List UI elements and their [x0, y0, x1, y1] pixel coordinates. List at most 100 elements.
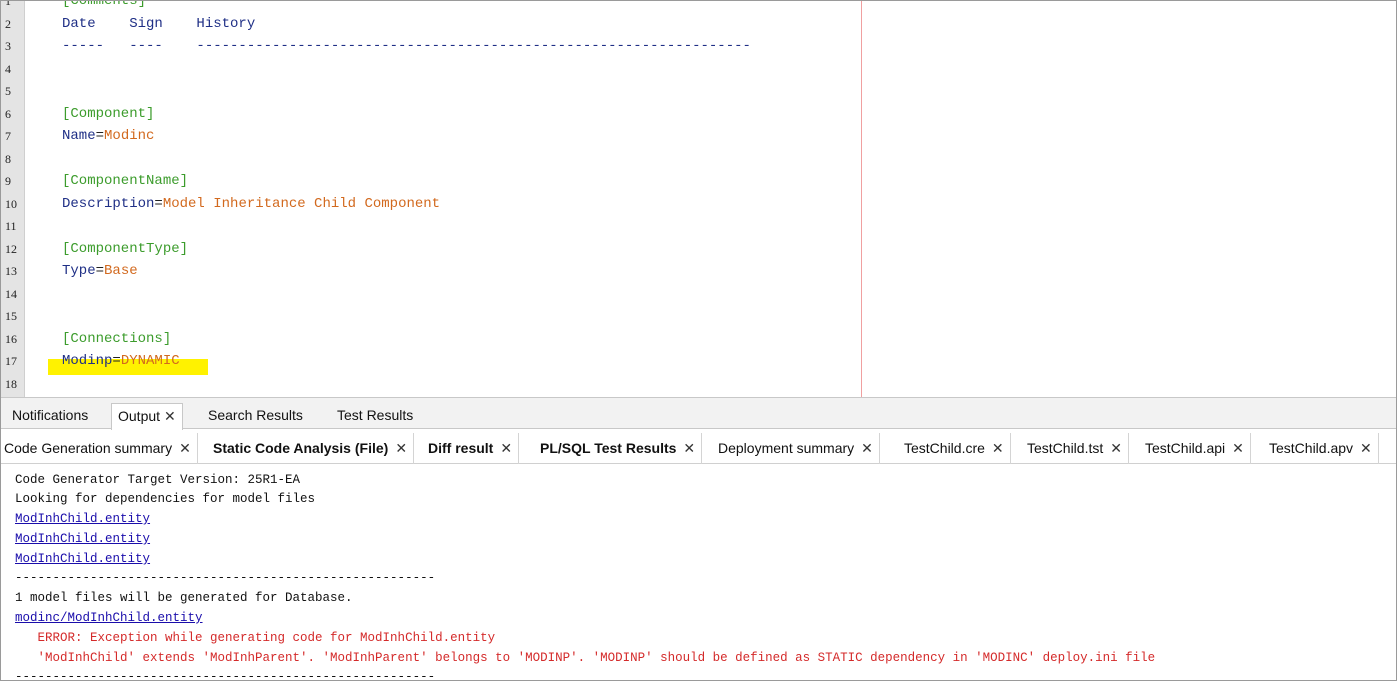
editor-line[interactable]: 2 Date Sign History: [1, 13, 1396, 36]
editor-line[interactable]: 17 Modinp=DYNAMIC: [1, 350, 1396, 373]
line-number: 1: [5, 1, 11, 8]
subtab-testchild-api[interactable]: TestChild.api ✕: [1140, 433, 1251, 464]
line-code: Type=Base: [62, 260, 138, 283]
output-link[interactable]: ModInhChild.entity: [15, 529, 150, 549]
editor-line[interactable]: 18: [1, 373, 1396, 396]
close-icon[interactable]: ✕: [164, 404, 176, 429]
tab-search-results[interactable]: Search Results: [202, 403, 309, 430]
code-token-val: DYNAMIC: [120, 353, 180, 369]
output-line: Code Generator Target Version: 25R1-EA: [15, 473, 301, 487]
output-line: Looking for dependencies for model files: [15, 492, 316, 506]
editor-lines: 1 [Comments] 2 Date Sign History 3 ----- ----…: [1, 1, 1396, 395]
subtab-label: TestChild.tst: [1027, 440, 1104, 456]
line-code: [Component]: [62, 103, 154, 126]
close-icon[interactable]: ✕: [1232, 433, 1244, 464]
close-icon[interactable]: ✕: [395, 433, 407, 464]
subtab-label: Static Code Analysis (File): [213, 440, 389, 456]
line-number: 8: [5, 151, 11, 166]
editor-line[interactable]: 10 Description=Model Inheritance Child Co…: [1, 193, 1396, 216]
line-number: 11: [5, 219, 17, 233]
output-subtabs-bar: Code Generation summary ✕ Static Code Anal…: [1, 433, 1396, 464]
code-token-eq: =: [95, 263, 105, 279]
output-link[interactable]: ModInhChild.entity: [15, 509, 150, 529]
subtab-testchild-cre[interactable]: TestChild.cre ✕: [899, 433, 1011, 464]
editor-line[interactable]: 8: [1, 148, 1396, 171]
subtab-label: TestChild.api: [1145, 440, 1226, 456]
line-code: [Connections]: [62, 328, 171, 351]
subtab-label: TestChild.cre: [904, 440, 985, 456]
code-token-eq: =: [95, 128, 105, 144]
subtab-testchild-tst[interactable]: TestChild.tst ✕: [1022, 433, 1129, 464]
code-token-eq: =: [112, 353, 121, 369]
subtab-code-generation-summary[interactable]: Code Generation summary ✕: [1, 433, 198, 464]
line-number: 10: [5, 196, 17, 211]
subtab-testchild-apv[interactable]: TestChild.apv ✕: [1264, 433, 1379, 464]
output-console[interactable]: Code Generator Target Version: 25R1-EA Lo…: [1, 464, 1396, 680]
subtab-label: Diff result: [428, 440, 494, 456]
line-code: Name=Modinc: [62, 125, 154, 148]
line-code: Modinp=DYNAMIC: [62, 350, 180, 373]
line-number: 14: [5, 286, 17, 301]
editor-line[interactable]: 15: [1, 305, 1396, 328]
subtab-label: Code Generation summary: [4, 440, 173, 456]
tab-label: Output: [118, 408, 161, 424]
line-number: 12: [5, 241, 17, 256]
close-icon[interactable]: ✕: [683, 433, 695, 464]
code-token-eq: =: [154, 195, 163, 212]
app-window: 1 [Comments] 2 Date Sign History 3 ----- ----…: [0, 0, 1397, 681]
subtab-diff-result[interactable]: Diff result ✕: [423, 433, 520, 464]
output-link[interactable]: ModInhChild.entity: [15, 549, 150, 569]
code-token-sec: [Component]: [62, 105, 155, 122]
line-number: 4: [5, 61, 11, 76]
code-token-dash: ----- ---- -----------------------------…: [62, 38, 751, 54]
subtab-label: PL/SQL Test Results: [540, 440, 677, 456]
line-code: Description=Model Inheritance Child Comp…: [62, 193, 440, 216]
editor-line[interactable]: 11: [1, 215, 1396, 238]
editor-line[interactable]: 1 [Comments]: [1, 1, 1396, 13]
output-line: ----------------------------------------…: [15, 670, 436, 680]
line-number: 5: [5, 84, 11, 98]
tab-label: Search Results: [208, 407, 303, 423]
code-token-key: Type: [62, 263, 96, 279]
code-token-val: Model Inheritance Child Component: [162, 195, 441, 212]
tab-test-results[interactable]: Test Results: [331, 403, 419, 430]
code-token-sec: [Connections]: [62, 330, 172, 347]
line-code: ----- ---- -----------------------------…: [62, 35, 751, 58]
tab-output[interactable]: Output ✕: [111, 403, 183, 430]
line-code: [ComponentType]: [62, 238, 188, 261]
close-icon[interactable]: ✕: [179, 433, 191, 464]
close-icon[interactable]: ✕: [992, 433, 1004, 464]
close-icon[interactable]: ✕: [500, 433, 512, 464]
code-token-val: Modinc: [104, 128, 155, 144]
editor-line[interactable]: 3 ----- ---- ----------------------------…: [1, 35, 1396, 58]
code-token-key: Modinp: [62, 353, 113, 369]
tab-notifications[interactable]: Notifications: [6, 403, 94, 430]
subtab-pl-sql-test-results[interactable]: PL/SQL Test Results ✕: [535, 433, 703, 464]
close-icon[interactable]: ✕: [861, 433, 873, 464]
line-number: 16: [5, 331, 17, 346]
line-number: 6: [5, 106, 11, 121]
subtab-label: Deployment summary: [718, 440, 855, 456]
code-editor[interactable]: 1 [Comments] 2 Date Sign History 3 ----- ----…: [1, 1, 1396, 397]
code-token-sec: [ComponentName]: [62, 173, 189, 189]
tab-label: Notifications: [12, 407, 89, 423]
line-number: 7: [5, 129, 11, 143]
output-error-line: 'ModInhChild' extends 'ModInhParent'. 'M…: [15, 651, 1156, 665]
editor-line[interactable]: 16 [Connections]: [1, 328, 1396, 351]
editor-line[interactable]: 5: [1, 80, 1396, 103]
line-number: 17: [5, 354, 17, 368]
output-link[interactable]: modinc/ModInhChild.entity: [15, 608, 203, 628]
code-token-sec: [Comments]: [62, 1, 147, 9]
line-code: [Comments]: [62, 1, 146, 13]
editor-line[interactable]: 7 Name=Modinc: [1, 125, 1396, 148]
close-icon[interactable]: ✕: [1110, 433, 1122, 464]
editor-line[interactable]: 6 [Component]: [1, 103, 1396, 126]
subtab-static-code-analysis-file-[interactable]: Static Code Analysis (File) ✕: [208, 433, 415, 464]
subtab-deployment-summary[interactable]: Deployment summary ✕: [713, 433, 880, 464]
close-icon[interactable]: ✕: [1360, 433, 1372, 464]
editor-line[interactable]: 13 Type=Base: [1, 260, 1396, 283]
editor-line[interactable]: 4: [1, 58, 1396, 81]
editor-line[interactable]: 14: [1, 283, 1396, 306]
editor-line[interactable]: 9 [ComponentName]: [1, 170, 1396, 193]
editor-line[interactable]: 12 [ComponentType]: [1, 238, 1396, 261]
